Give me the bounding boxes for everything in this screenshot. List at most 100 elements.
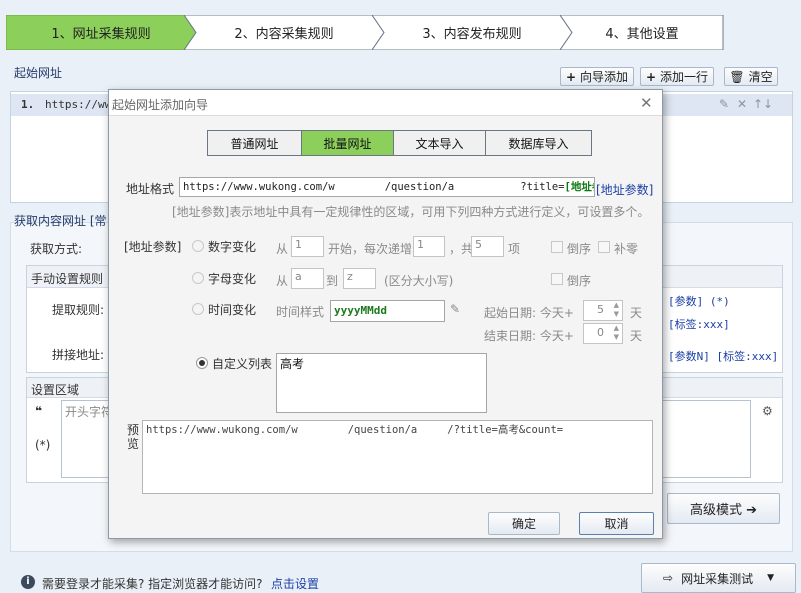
letter-reverse-label: 倒序 bbox=[567, 274, 592, 288]
preview-start: https://www.wukong.com/w bbox=[146, 424, 298, 436]
spinner-arrows-icon[interactable]: ▲ ▼ bbox=[614, 301, 619, 319]
tab-database-import[interactable]: 数据库导入 bbox=[485, 130, 592, 156]
number-unit: 项 bbox=[508, 242, 521, 256]
plus-icon: + bbox=[565, 69, 577, 84]
letter-change-radio[interactable] bbox=[192, 272, 204, 284]
param-label: [地址参数] bbox=[124, 240, 182, 254]
url-test-button[interactable]: ⇨ 网址采集测试 ▼ bbox=[641, 563, 796, 593]
number-pad-checkbox[interactable] bbox=[598, 241, 610, 253]
wizard-add-label: 向导添加 bbox=[580, 70, 629, 84]
start-date-spinner[interactable]: 5 ▲ ▼ bbox=[583, 300, 623, 321]
number-total-label: ，共 bbox=[449, 242, 474, 256]
url-format-end: ?title= bbox=[520, 181, 565, 193]
start-date-unit: 天 bbox=[630, 306, 643, 320]
step-content-rules[interactable]: 2、内容采集规则 bbox=[184, 15, 384, 50]
number-reverse-checkbox[interactable] bbox=[551, 241, 563, 253]
info-icon: i bbox=[21, 575, 35, 589]
login-hint: 需要登录才能采集? 指定浏览器才能访问? bbox=[42, 577, 263, 591]
prefix-placeholder: 开头字符 bbox=[65, 405, 114, 419]
time-change-radio[interactable] bbox=[192, 303, 204, 315]
letter-reverse-checkbox[interactable] bbox=[551, 273, 563, 285]
steps-bar: 1、网址采集规则 2、内容采集规则 3、内容发布规则 4、其他设置 bbox=[6, 15, 724, 50]
url-test-label: 网址采集测试 bbox=[681, 571, 754, 586]
preview-end: /?title=高考&count= bbox=[447, 424, 564, 436]
letter-case-label: (区分大小写) bbox=[384, 274, 454, 288]
gear-icon[interactable]: ⚙ bbox=[762, 404, 773, 418]
dialog-titlebar: 起始网址添加向导 ✕ bbox=[109, 90, 662, 116]
number-change-label: 数字变化 bbox=[208, 240, 257, 254]
content-url-section-label: 获取内容网址 [常 bbox=[14, 214, 107, 228]
step-label: 2、内容采集规则 bbox=[234, 27, 334, 42]
manual-rules-label: 手动设置规则 bbox=[31, 272, 104, 286]
custom-list-textarea[interactable]: 高考 bbox=[276, 353, 487, 413]
custom-list-label: 自定义列表 bbox=[212, 357, 273, 371]
number-from-label: 从 bbox=[276, 242, 289, 256]
letter-change-label: 字母变化 bbox=[208, 272, 257, 286]
delete-icon[interactable]: ✕ bbox=[737, 97, 747, 111]
clear-button[interactable]: 🗑 清空 bbox=[724, 67, 778, 86]
url-format-label: 地址格式 bbox=[126, 182, 175, 196]
wizard-add-button[interactable]: + 向导添加 bbox=[560, 67, 634, 86]
extract-rule-label: 提取规则: bbox=[52, 303, 105, 317]
clear-label: 清空 bbox=[748, 70, 773, 84]
number-change-radio[interactable] bbox=[192, 240, 204, 252]
move-icon[interactable]: ↑↓ bbox=[753, 97, 773, 111]
add-row-button[interactable]: + 添加一行 bbox=[640, 67, 714, 86]
cancel-button[interactable]: 取消 bbox=[579, 512, 654, 535]
time-style-input[interactable]: yyyyMMdd bbox=[330, 300, 445, 322]
letter-from-input[interactable]: a bbox=[291, 268, 324, 289]
step-publish-rules[interactable]: 3、内容发布规则 bbox=[372, 15, 572, 50]
plus-icon: + bbox=[645, 69, 657, 84]
join-url-label: 拼接地址: bbox=[52, 348, 105, 362]
time-change-label: 时间变化 bbox=[208, 303, 257, 317]
tab-text-import[interactable]: 文本导入 bbox=[393, 130, 486, 156]
close-icon[interactable]: ✕ bbox=[640, 94, 653, 112]
tab-batch-url[interactable]: 批量网址 bbox=[301, 130, 394, 156]
row-index: 1. bbox=[21, 98, 35, 111]
param-hint: [地址参数]表示地址中具有一定规律性的区域，可用下列四种方式进行定义，可设置多个… bbox=[172, 205, 650, 219]
number-step-input[interactable]: 1 bbox=[413, 236, 445, 257]
step-url-rules[interactable]: 1、网址采集规则 bbox=[6, 15, 196, 50]
url-param-link[interactable]: [地址参数] bbox=[596, 181, 653, 198]
end-date-label: 结束日期: 今天+ bbox=[484, 329, 574, 343]
method-label: 获取方式: bbox=[30, 242, 83, 256]
number-total-input[interactable]: 5 bbox=[471, 236, 504, 257]
preview-mid: /question/a bbox=[347, 424, 418, 436]
trash-icon: 🗑 bbox=[729, 69, 745, 84]
custom-list-radio[interactable] bbox=[196, 357, 208, 369]
param-wildcard-link[interactable]: [参数] (*) bbox=[668, 293, 730, 309]
dialog-title: 起始网址添加向导 bbox=[112, 98, 209, 112]
url-format-input[interactable]: https://www.wukong.com/w/question/a ?titl… bbox=[179, 177, 595, 197]
add-row-label: 添加一行 bbox=[660, 70, 709, 84]
spinner-arrows-icon[interactable]: ▲ ▼ bbox=[614, 324, 619, 342]
row-url: https://www bbox=[45, 98, 118, 111]
preview-box[interactable]: https://www.wukong.com/w/question/a /?tit… bbox=[142, 420, 653, 494]
end-date-spinner[interactable]: 0 ▲ ▼ bbox=[583, 323, 623, 344]
step-other-settings[interactable]: 4、其他设置 bbox=[560, 15, 724, 50]
run-icon: ⇨ bbox=[663, 571, 674, 585]
param-n-tag-link[interactable]: [参数N] [标签:xxx] bbox=[668, 348, 778, 364]
settings-link[interactable]: 点击设置 bbox=[271, 575, 319, 592]
tab-normal-url[interactable]: 普通网址 bbox=[207, 130, 302, 156]
letter-to-label: 到 bbox=[326, 274, 339, 288]
quote-icon: ❝ bbox=[35, 404, 43, 418]
edit-icon[interactable]: ✎ bbox=[719, 97, 729, 111]
number-from-input[interactable]: 1 bbox=[291, 236, 324, 257]
preview-label-2: 览 bbox=[127, 437, 140, 451]
number-step-label: 开始，每次递增 bbox=[328, 242, 413, 256]
end-date-value: 0 bbox=[597, 326, 604, 339]
url-wizard-dialog: 起始网址添加向导 ✕ 普通网址 批量网址 文本导入 数据库导入 地址格式 htt… bbox=[108, 89, 663, 539]
ok-button[interactable]: 确定 bbox=[488, 512, 560, 535]
advanced-mode-button[interactable]: 高级模式 ➔ bbox=[667, 493, 780, 524]
time-style-label: 时间样式 bbox=[276, 305, 325, 319]
start-url-section-label: 起始网址 bbox=[14, 66, 63, 80]
wildcard-label: (*) bbox=[35, 438, 51, 452]
start-date-label: 起始日期: 今天+ bbox=[484, 306, 574, 320]
dropdown-icon[interactable]: ▼ bbox=[767, 573, 774, 583]
settings-area-label: 设置区域 bbox=[31, 383, 80, 397]
tag-link[interactable]: [标签:xxx] bbox=[668, 316, 730, 332]
letter-to-input[interactable]: z bbox=[343, 268, 376, 289]
pencil-icon[interactable]: ✎ bbox=[450, 302, 460, 316]
start-date-value: 5 bbox=[597, 303, 604, 316]
step-label: 4、其他设置 bbox=[605, 27, 679, 42]
